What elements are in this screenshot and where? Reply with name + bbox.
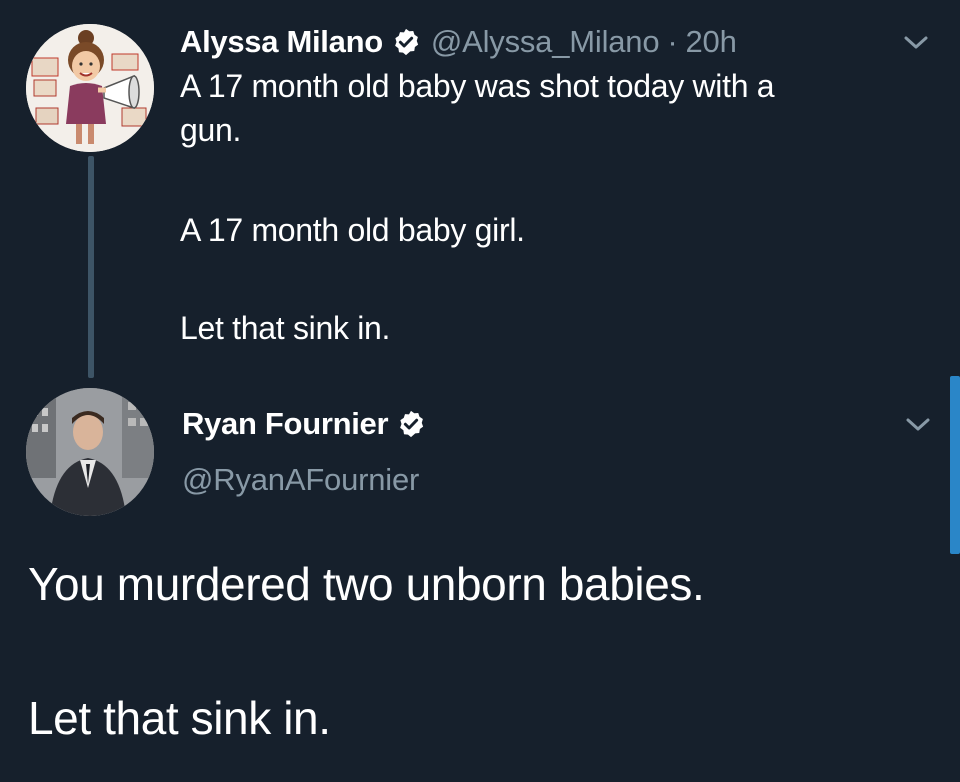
thread-connector-line bbox=[88, 156, 94, 378]
chevron-down-icon[interactable] bbox=[904, 416, 932, 434]
meta-separator: · bbox=[667, 24, 678, 59]
parent-tweet-header: Alyssa Milano @Alyssa_Milano · 20h bbox=[180, 20, 737, 64]
chevron-down-icon[interactable] bbox=[902, 34, 930, 52]
author-name[interactable]: Alyssa Milano bbox=[180, 24, 383, 60]
tweet-timestamp[interactable]: 20h bbox=[686, 24, 737, 60]
caricature-avatar-image bbox=[26, 24, 154, 152]
parent-tweet-line: A 17 month old baby was shot today with … bbox=[180, 68, 775, 104]
reply-tweet-header: Ryan Fournier bbox=[182, 402, 426, 446]
verified-badge-icon bbox=[400, 410, 424, 438]
tweet-thread-screen: Alyssa Milano @Alyssa_Milano · 20h A 17 … bbox=[0, 0, 960, 782]
parent-tweet-line: A 17 month old baby girl. bbox=[180, 212, 525, 248]
profile-photo-image bbox=[26, 388, 154, 516]
scrollbar-thumb[interactable] bbox=[950, 376, 960, 554]
author-handle[interactable]: @Alyssa_Milano bbox=[431, 24, 660, 60]
ryan-fournier-avatar[interactable] bbox=[26, 388, 154, 516]
parent-tweet-line: gun. bbox=[180, 112, 242, 148]
author-handle[interactable]: @RyanAFournier bbox=[182, 462, 419, 498]
reply-tweet-line: You murdered two unborn babies. bbox=[28, 558, 705, 610]
parent-tweet-line: Let that sink in. bbox=[180, 310, 391, 346]
author-name[interactable]: Ryan Fournier bbox=[182, 406, 389, 442]
reply-tweet-line: Let that sink in. bbox=[28, 692, 331, 744]
alyssa-milano-avatar[interactable] bbox=[26, 24, 154, 152]
verified-badge-icon bbox=[394, 28, 418, 56]
